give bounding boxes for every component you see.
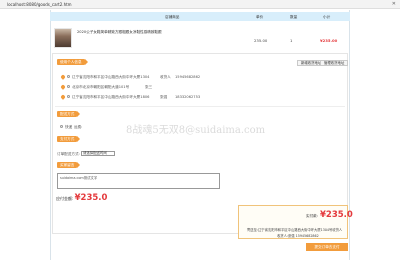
header-price: 单价 <box>256 15 264 19</box>
shipping-option-label[interactable]: 快递 <box>65 125 72 130</box>
address-radio-1[interactable] <box>67 75 70 78</box>
address-radio-3[interactable] <box>67 95 70 98</box>
close-icon[interactable]: ✕ <box>392 1 396 7</box>
shipping-fee-label: 运费: <box>74 125 83 129</box>
address-phone-1: 15945682862 <box>175 75 201 79</box>
summary-amount: ¥235.0 <box>320 210 353 220</box>
shipping-tag: 配送方式 <box>57 111 81 117</box>
product-image[interactable] <box>54 28 72 48</box>
address-name-3: 张强 <box>160 95 168 99</box>
browser-bar: localhost:8080/goods_cart2.htm ✕ <box>0 0 400 9</box>
address-radio-2[interactable] <box>67 85 70 88</box>
address-phone-3: 18332062753 <box>175 95 201 99</box>
product-quantity: 1 <box>290 38 293 43</box>
address-text-2[interactable]: 北京市北京市朝阳区朝阳大道101号 <box>72 85 129 90</box>
order-summary-box: 实付款: ¥235.0 寄送至:辽宁省沈阳市和平区中山路西大街中环大厦1304号… <box>238 205 353 239</box>
address-name-1: 收货人 <box>160 75 171 79</box>
header-quantity: 数量 <box>290 15 298 19</box>
watermark-text: 8战魂5无双8@suidaima.com <box>126 125 266 136</box>
product-subtotal: ¥235.00 <box>320 38 338 43</box>
product-price: 235.00 <box>254 38 268 43</box>
header-goods: 店铺商品 <box>165 15 180 19</box>
summary-address: 寄送至:辽宁省沈阳市和平区中山路西大街中环大厦1304号收货人 <box>247 228 343 232</box>
manage-address-button[interactable]: 管理收货地址 <box>320 60 349 66</box>
address-tag: 使用个人信息 <box>57 59 88 65</box>
divider <box>55 106 345 107</box>
delivery-time-select[interactable]: 请选择配送时间 <box>81 151 115 156</box>
delivery-time-label: 订单配送方式: <box>57 152 80 156</box>
payable-label: 应付金额: <box>56 196 74 201</box>
url-bar[interactable]: localhost:8080/goods_cart2.htm <box>7 2 72 7</box>
remark-textarea[interactable]: suidaima.com测试文字 <box>57 173 220 189</box>
summary-label: 实付款: <box>306 214 318 218</box>
address-text-3[interactable]: 辽宁省沈阳市和平区中山路西大街中环大厦1806 <box>72 95 149 100</box>
payable-total: 应付金额: ¥235.0 <box>56 193 107 203</box>
submit-order-button[interactable]: 提交订单去支付 <box>306 243 348 251</box>
payable-amount: ¥235.0 <box>74 193 108 203</box>
remark-tag: 买家留言 <box>57 162 81 168</box>
product-name[interactable]: 2020公子女鞋简单精致方跟粗跟女凉鞋性感精致鞋跟 <box>77 30 187 35</box>
payment-tag: 支付方式 <box>57 136 81 142</box>
address-name-2: 张三 <box>145 85 153 89</box>
shipping-radio[interactable] <box>60 125 63 128</box>
cart-table-header: 店铺商品 单价 数量 小计 <box>50 12 350 21</box>
summary-receiver: 收货人:张强 15945682862 <box>277 234 319 238</box>
address-text-1[interactable]: 辽宁省沈阳市和平区中山路西大街中环大厦1304 <box>72 75 149 80</box>
header-subtotal: 小计 <box>323 15 331 19</box>
